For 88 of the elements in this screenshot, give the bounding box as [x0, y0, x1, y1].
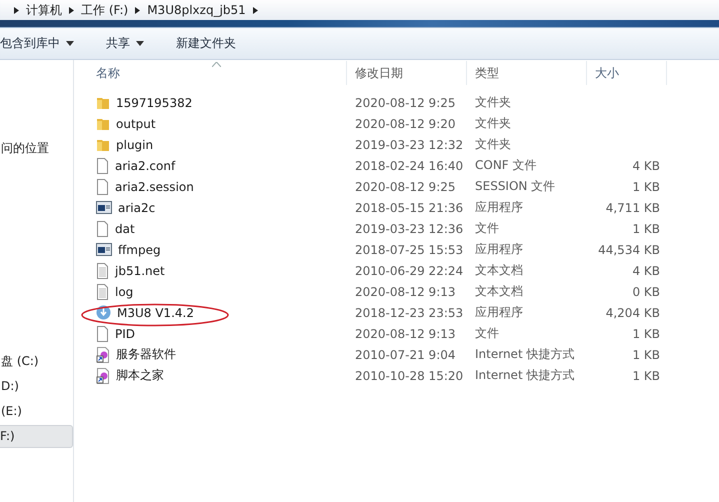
date-cell-text: 2010-06-29 22:24 [354, 264, 464, 278]
type-cell-text: 应用程序 [474, 199, 524, 216]
date-cell-text: 2018-12-23 23:53 [354, 306, 464, 320]
breadcrumb[interactable]: M3U8plxzq_jb51 [147, 3, 246, 17]
file-name[interactable]: plugin [116, 138, 154, 152]
file-name[interactable]: aria2c [118, 200, 156, 214]
document-icon [96, 220, 109, 236]
document-icon [96, 326, 109, 342]
date-cell-text: 2018-05-15 21:36 [354, 200, 464, 214]
file-name[interactable]: aria2.conf [115, 158, 176, 172]
document-icon [96, 158, 109, 174]
file-name[interactable]: dat [115, 222, 135, 236]
date-cell-text: 2020-08-12 9:20 [354, 116, 456, 130]
shortcut-icon [96, 346, 110, 362]
date-cell-text: 2018-02-24 16:40 [354, 158, 464, 172]
nav-item[interactable]: F:) [0, 425, 73, 448]
size-cell-text: 4 KB [631, 264, 660, 278]
column-header[interactable]: 类型 [467, 61, 587, 85]
file-name[interactable]: ffmpeg [118, 242, 161, 256]
type-cell-text: 文件夹 [474, 115, 512, 132]
chevron-icon[interactable] [252, 6, 258, 14]
size-cell-text: 1 KB [631, 326, 660, 340]
shortcut-icon [96, 368, 110, 384]
breadcrumb[interactable]: 工作 (F:) [81, 2, 128, 18]
type-cell-text: 文本文档 [474, 262, 524, 279]
folder-icon [96, 137, 110, 152]
nav-item[interactable]: 盘 (C:) [0, 350, 73, 373]
breadcrumb[interactable]: 计算机 [26, 2, 62, 18]
file-name[interactable]: 脚本之家 [116, 367, 164, 384]
text-document-icon [96, 262, 109, 278]
type-cell-text: 文件 [474, 325, 500, 342]
type-cell-text: 应用程序 [474, 241, 524, 258]
nav-item[interactable]: 问的位置 [0, 137, 73, 160]
file-name[interactable]: 1597195382 [116, 96, 192, 110]
text-document-icon [96, 284, 109, 300]
file-name[interactable]: log [115, 284, 134, 298]
file-name[interactable]: output [116, 116, 156, 130]
type-cell-text: Internet 快捷方式 [474, 367, 576, 384]
type-cell-text: Internet 快捷方式 [474, 346, 576, 363]
nav-item[interactable]: D:) [0, 375, 73, 398]
type-cell-text: 文本文档 [474, 283, 524, 300]
address-bar[interactable]: 计算机 工作 (F:) M3U8plxzq_jb51 [0, 0, 719, 20]
size-cell-text: 0 KB [631, 284, 660, 298]
date-cell-text: 2020-08-12 9:25 [354, 96, 456, 110]
chevron-icon[interactable] [135, 6, 140, 14]
size-cell-text: 1 KB [631, 180, 660, 194]
caret-icon [136, 41, 144, 46]
size-cell-text: 4,711 KB [604, 200, 660, 214]
program-window-icon [96, 201, 112, 214]
caret-icon [66, 41, 74, 46]
date-cell-text: 2020-08-12 9:13 [354, 284, 456, 298]
size-cell-text: 1 KB [631, 222, 660, 236]
nav-item[interactable]: (E:) [0, 400, 73, 423]
date-cell-text: 2019-03-23 12:36 [354, 222, 464, 236]
file-name[interactable]: PID [115, 326, 136, 340]
date-cell-text: 2020-08-12 9:25 [354, 180, 456, 194]
type-cell-text: CONF 文件 [474, 157, 538, 174]
toolbar-button[interactable]: 新建文件夹 [176, 31, 246, 56]
folder-icon [96, 95, 110, 110]
file-name[interactable]: jb51.net [115, 264, 165, 278]
program-window-icon [96, 243, 112, 256]
size-cell-text: 44,534 KB [597, 242, 660, 256]
date-cell-text: 2020-08-12 9:13 [354, 326, 456, 340]
column-header[interactable]: 名称 [86, 61, 347, 85]
toolbar-button[interactable]: 共享 [106, 31, 154, 56]
file-name[interactable]: aria2.session [115, 180, 194, 194]
type-cell-text: 应用程序 [474, 304, 524, 321]
size-cell-text: 1 KB [631, 348, 660, 362]
column-header[interactable]: 大小 [587, 61, 667, 85]
download-icon [96, 305, 111, 320]
folder-icon [96, 116, 110, 131]
document-icon [96, 178, 109, 194]
size-cell-text: 1 KB [631, 368, 660, 382]
column-header[interactable]: 修改日期 [347, 61, 467, 85]
type-cell-text: 文件 [474, 220, 500, 237]
date-cell-text: 2018-07-25 15:53 [354, 242, 464, 256]
size-cell-text: 4,204 KB [604, 306, 660, 320]
type-cell-text: SESSION 文件 [474, 178, 556, 195]
date-cell-text: 2010-07-21 9:04 [354, 348, 456, 362]
type-cell-text: 文件夹 [474, 94, 512, 111]
date-cell-text: 2019-03-23 12:32 [354, 138, 464, 152]
chevron-icon[interactable] [69, 6, 74, 14]
size-cell-text: 4 KB [631, 158, 660, 172]
chevron-icon[interactable] [14, 6, 19, 14]
date-cell-text: 2010-10-28 15:20 [354, 368, 464, 382]
file-name[interactable]: 服务器软件 [116, 346, 176, 363]
toolbar-button[interactable]: 包含到库中 [0, 31, 84, 56]
type-cell-text: 文件夹 [474, 136, 512, 153]
